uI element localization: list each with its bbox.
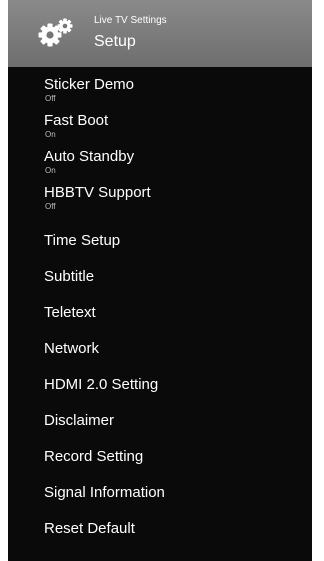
menu-item-label: HDMI 2.0 Setting (44, 376, 159, 393)
menu-item-label: Record Setting (44, 448, 144, 465)
menu-item-value: On (45, 166, 56, 175)
menu-item-teletext[interactable]: Teletext (8, 295, 312, 331)
menu-item-sticker-demo[interactable]: Sticker Demo Off (8, 74, 312, 110)
menu-item-auto-standby[interactable]: Auto Standby On (8, 146, 312, 182)
menu-item-hdmi-setting[interactable]: HDMI 2.0 Setting (8, 367, 312, 403)
menu-item-signal-information[interactable]: Signal Information (8, 475, 312, 511)
menu-item-label: Teletext (44, 304, 96, 321)
menu-item-label: HBBTV Support (44, 184, 151, 201)
page-title: Setup (94, 33, 136, 50)
menu-item-label: Reset Default (44, 520, 135, 537)
menu-item-label: Subtitle (44, 268, 95, 285)
settings-panel: Live TV Settings Setup Sticker Demo Off … (8, 0, 312, 561)
menu-item-reset-default[interactable]: Reset Default (8, 511, 312, 547)
menu-item-subtitle[interactable]: Subtitle (8, 259, 312, 295)
menu-item-label: Signal Information (44, 484, 165, 501)
menu-item-value: Off (45, 202, 56, 211)
menu-item-value: On (45, 130, 56, 139)
menu-item-hbbtv-support[interactable]: HBBTV Support Off (8, 182, 312, 218)
menu-item-record-setting[interactable]: Record Setting (8, 439, 312, 475)
menu-item-label: Time Setup (44, 232, 121, 249)
menu-item-label: Sticker Demo (44, 76, 135, 93)
menu-item-time-setup[interactable]: Time Setup (8, 223, 312, 259)
menu-item-value: Off (45, 94, 56, 103)
menu-item-label: Auto Standby (44, 148, 135, 165)
header-subtitle: Live TV Settings (94, 15, 167, 26)
menu-item-label: Fast Boot (44, 112, 109, 129)
gear-icon (37, 17, 75, 49)
menu-item-fast-boot[interactable]: Fast Boot On (8, 110, 312, 146)
header-bar: Live TV Settings Setup (8, 0, 312, 67)
menu-item-label: Network (44, 340, 100, 357)
menu-item-label: Disclaimer (44, 412, 115, 429)
menu-item-network[interactable]: Network (8, 331, 312, 367)
menu-item-disclaimer[interactable]: Disclaimer (8, 403, 312, 439)
